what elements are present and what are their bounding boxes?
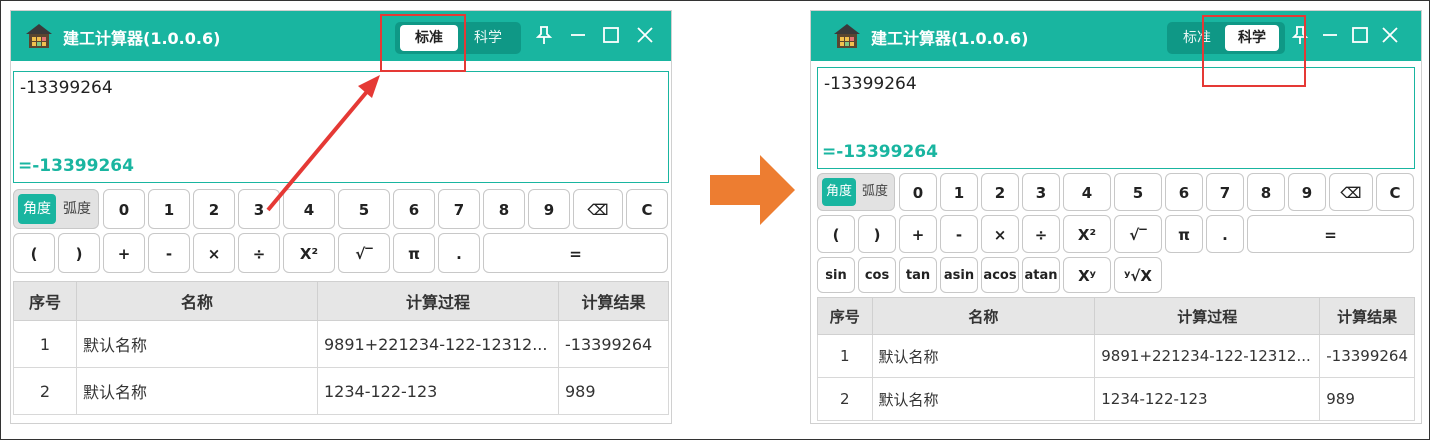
- key-sqrt[interactable]: √‾: [1114, 215, 1162, 253]
- key-acos[interactable]: acos: [981, 257, 1019, 293]
- key-5[interactable]: 5: [1114, 173, 1162, 211]
- app-title: 建工计算器(1.0.0.6): [871, 29, 1029, 48]
- key-cos[interactable]: cos: [858, 257, 896, 293]
- calculator-window-scientific: 建工计算器(1.0.0.6) 标准 科学 -13399264 =-1339926…: [810, 10, 1422, 424]
- result-text: =-13399264: [822, 142, 938, 162]
- key-3[interactable]: 3: [1022, 173, 1060, 211]
- title-bar: 建工计算器(1.0.0.6) 标准 科学: [811, 11, 1421, 61]
- col-result-header: 计算结果: [1319, 297, 1415, 335]
- key-plus[interactable]: +: [899, 215, 937, 253]
- cell-result: -13399264: [1319, 334, 1415, 378]
- key-atan[interactable]: atan: [1022, 257, 1060, 293]
- cell-process: 9891+221234-122-12312...: [1094, 334, 1321, 378]
- cell-result: 989: [1319, 377, 1415, 421]
- key-1[interactable]: 1: [940, 173, 978, 211]
- key-open-paren[interactable]: (: [817, 215, 855, 253]
- history-table: 序号 名称 计算过程 计算结果 1 默认名称 9891+221234-122-1…: [817, 297, 1415, 421]
- table-row[interactable]: 1 默认名称 9891+221234-122-12312... -1339926…: [817, 334, 1415, 378]
- key-sin[interactable]: sin: [817, 257, 855, 293]
- key-square[interactable]: X²: [1063, 215, 1111, 253]
- key-pi[interactable]: π: [1165, 215, 1203, 253]
- annotation-arrow-left: [266, 86, 372, 212]
- table-row[interactable]: 2 默认名称 1234-122-123 989: [817, 377, 1415, 421]
- minimize-icon[interactable]: [1319, 24, 1341, 46]
- angle-unit-switch: 角度 弧度: [817, 173, 895, 211]
- key-2[interactable]: 2: [981, 173, 1019, 211]
- maximize-icon[interactable]: [1349, 24, 1371, 46]
- cell-index: 2: [817, 377, 873, 421]
- angle-degree-option[interactable]: 角度: [822, 178, 856, 206]
- key-8[interactable]: 8: [1247, 173, 1285, 211]
- key-minus[interactable]: -: [940, 215, 978, 253]
- transition-arrow-icon: [710, 155, 795, 225]
- angle-radian-option[interactable]: 弧度: [858, 178, 892, 206]
- key-divide[interactable]: ÷: [1022, 215, 1060, 253]
- key-0[interactable]: 0: [899, 173, 937, 211]
- key-7[interactable]: 7: [1206, 173, 1244, 211]
- col-index-header: 序号: [817, 297, 873, 335]
- key-asin[interactable]: asin: [940, 257, 978, 293]
- cell-process: 1234-122-123: [1094, 377, 1321, 421]
- app-logo-icon: [833, 22, 861, 50]
- annotation-arrowhead-left: [358, 75, 380, 98]
- backspace-button[interactable]: ⌫: [1329, 173, 1373, 211]
- key-power[interactable]: Xʸ: [1063, 257, 1111, 293]
- key-nth-root[interactable]: ʸ√X: [1114, 257, 1162, 293]
- key-close-paren[interactable]: ): [858, 215, 896, 253]
- cell-name: 默认名称: [871, 334, 1096, 378]
- key-6[interactable]: 6: [1165, 173, 1203, 211]
- col-process-header: 计算过程: [1094, 297, 1321, 335]
- clear-button[interactable]: C: [1376, 173, 1414, 211]
- col-name-header: 名称: [871, 297, 1096, 335]
- equals-button[interactable]: =: [1247, 215, 1414, 253]
- cell-name: 默认名称: [871, 377, 1096, 421]
- display-panel: -13399264 =-13399264: [817, 67, 1415, 169]
- key-tan[interactable]: tan: [899, 257, 937, 293]
- highlight-box-scientific: [1202, 15, 1306, 87]
- key-multiply[interactable]: ×: [981, 215, 1019, 253]
- key-4[interactable]: 4: [1063, 173, 1111, 211]
- cell-index: 1: [817, 334, 873, 378]
- key-decimal[interactable]: .: [1206, 215, 1244, 253]
- key-9[interactable]: 9: [1288, 173, 1326, 211]
- table-header-row: 序号 名称 计算过程 计算结果: [817, 297, 1415, 335]
- close-icon[interactable]: [1379, 24, 1401, 46]
- expression-text: -13399264: [824, 74, 917, 94]
